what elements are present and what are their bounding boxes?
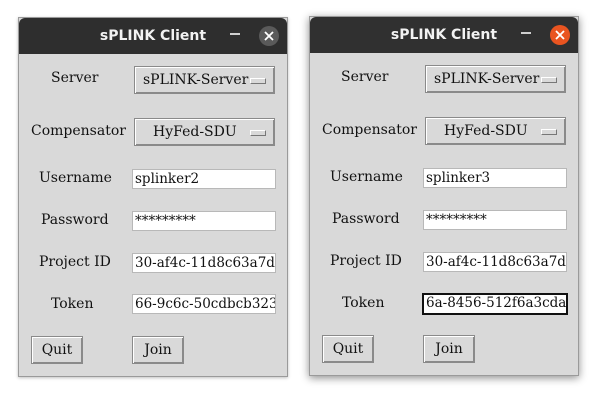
quit-button[interactable]: Quit (31, 336, 83, 364)
token-field[interactable]: 6a-8456-512f6a3cdaa8 (422, 293, 568, 315)
project-id-label: Project ID (330, 253, 402, 269)
dropdown-indicator-icon (250, 130, 266, 136)
server-label: Server (341, 69, 389, 85)
password-field[interactable]: ********* (423, 210, 567, 230)
project-id-field[interactable]: 30-af4c-11d8c63a7d1a (132, 253, 276, 273)
project-id-label: Project ID (39, 254, 111, 270)
compensator-label: Compensator (322, 122, 417, 138)
title-bar[interactable]: sPLINK Client (310, 17, 578, 53)
splink-client-window-1: sPLINK Client Server sPLINK-Server Compe… (18, 17, 288, 377)
minimize-icon[interactable] (521, 32, 531, 34)
password-label: Password (332, 211, 400, 227)
compensator-label: Compensator (31, 123, 126, 139)
dropdown-indicator-icon (541, 129, 557, 135)
project-id-field[interactable]: 30-af4c-11d8c63a7d1a (423, 252, 567, 272)
compensator-value: HyFed-SDU (444, 123, 528, 139)
password-field[interactable]: ********* (132, 211, 276, 231)
username-label: Username (330, 169, 403, 185)
title-bar[interactable]: sPLINK Client (19, 18, 287, 54)
join-button[interactable]: Join (132, 336, 184, 364)
token-label: Token (51, 296, 94, 312)
window-title: sPLINK Client (390, 27, 498, 43)
compensator-dropdown[interactable]: HyFed-SDU (134, 118, 275, 146)
username-field[interactable]: splinker3 (423, 168, 567, 188)
minimize-icon[interactable] (230, 33, 240, 35)
token-label: Token (342, 295, 385, 311)
server-dropdown[interactable]: sPLINK-Server (134, 66, 275, 94)
compensator-dropdown[interactable]: HyFed-SDU (425, 117, 566, 145)
server-label: Server (51, 70, 99, 86)
server-value: sPLINK-Server (143, 72, 249, 88)
username-label: Username (39, 170, 112, 186)
token-field[interactable]: 66-9c6c-50cdbcb3230a (132, 294, 276, 314)
compensator-value: HyFed-SDU (153, 124, 237, 140)
password-label: Password (41, 212, 109, 228)
username-field[interactable]: splinker2 (132, 169, 276, 189)
server-dropdown[interactable]: sPLINK-Server (425, 65, 566, 93)
quit-button[interactable]: Quit (322, 335, 374, 363)
server-value: sPLINK-Server (434, 71, 540, 87)
splink-client-window-2: sPLINK Client Server sPLINK-Server Compe… (309, 16, 579, 376)
window-title: sPLINK Client (99, 28, 207, 44)
join-button[interactable]: Join (423, 335, 475, 363)
dropdown-indicator-icon (250, 78, 266, 84)
dropdown-indicator-icon (541, 77, 557, 83)
close-icon[interactable] (259, 26, 279, 46)
close-icon[interactable] (550, 25, 570, 45)
